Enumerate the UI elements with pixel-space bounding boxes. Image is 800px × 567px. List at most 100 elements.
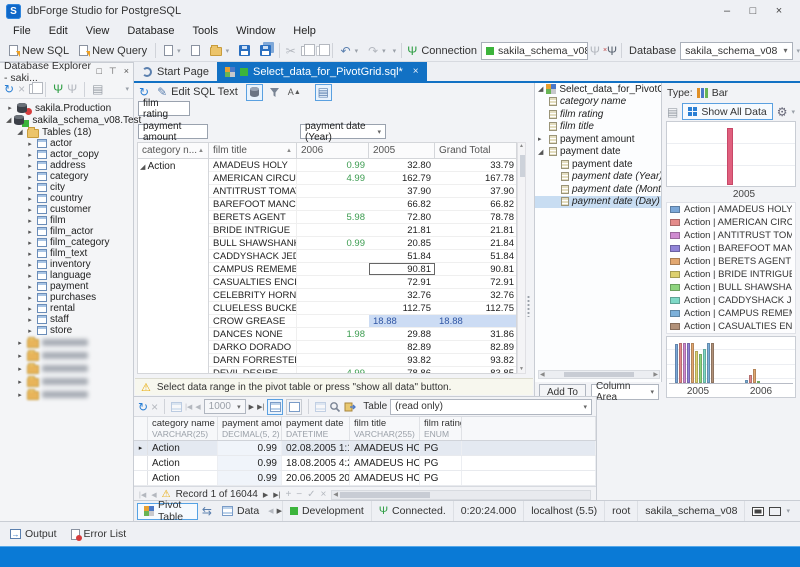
grid-row[interactable]: Action0.9918.08.2005 4:26:54AMADEUS HOLY… xyxy=(134,456,596,471)
explorer-delete-icon[interactable]: × xyxy=(18,83,25,95)
legend-item[interactable]: Action | BRIDE INTRIGUE : 21.81 xyxy=(667,268,795,281)
chart-settings-gear-icon[interactable]: ⚙ xyxy=(777,106,788,118)
grid-column-header-film-rating[interactable]: film ratingENUM xyxy=(420,417,462,440)
grid-cell[interactable]: 0.99 xyxy=(218,471,282,485)
expander-icon[interactable]: ▸ xyxy=(16,391,24,399)
record-last-icon[interactable]: ▶| xyxy=(273,491,280,499)
expander-icon[interactable]: ▸ xyxy=(26,184,34,192)
first-page-icon[interactable]: |◀ xyxy=(185,403,192,411)
data-source-toggle[interactable] xyxy=(246,84,263,101)
menu-window[interactable]: Window xyxy=(227,23,284,39)
area-select[interactable]: Column Area▾ xyxy=(591,384,659,400)
tree-tables-folder[interactable]: ◢Tables (18) xyxy=(0,126,133,138)
pivot-2005-cell[interactable]: 37.90 xyxy=(369,185,435,197)
menu-database[interactable]: Database xyxy=(118,23,183,39)
close-button[interactable]: × xyxy=(766,5,792,17)
field-list-root[interactable]: Select_data_for_PivotGrid xyxy=(559,84,661,95)
pivot-2006-cell[interactable]: 4.99 xyxy=(297,367,369,374)
tree-table-country[interactable]: ▸country xyxy=(0,193,133,204)
field-item[interactable]: payment date (Day) xyxy=(535,196,661,209)
pivot-film-title-cell[interactable]: DARKO DORADO xyxy=(209,341,297,353)
paste-icon[interactable] xyxy=(313,46,328,56)
layout-toggle[interactable]: ▤ xyxy=(315,84,332,101)
tab-start-page[interactable]: Start Page xyxy=(134,62,217,81)
filter-area-field[interactable]: film rating xyxy=(138,101,190,116)
expander-icon[interactable]: ▸ xyxy=(26,206,34,214)
tree-table-store[interactable]: ▸store xyxy=(0,325,133,336)
export-data-icon[interactable] xyxy=(344,401,356,413)
grid-view-toggle[interactable] xyxy=(267,399,283,415)
toolbar-overflow-icon-2[interactable]: ▾ xyxy=(797,47,800,55)
card-view-toggle[interactable] xyxy=(286,399,302,415)
grid-cell[interactable]: 02.08.2005 1:16:59 xyxy=(282,441,350,455)
pivot-2005-cell[interactable]: 162.79 xyxy=(369,172,435,184)
swap-views-icon[interactable]: ⇆ xyxy=(202,505,212,517)
grid-cell[interactable]: 18.08.2005 4:26:54 xyxy=(282,456,350,470)
expander-icon[interactable]: ▸ xyxy=(16,378,24,386)
database-select[interactable]: sakila_schema_v08 ▾ xyxy=(680,42,792,60)
pin-grid-icon[interactable] xyxy=(315,402,326,412)
grid-fetch-icon[interactable] xyxy=(171,402,182,412)
pivot-2006-cell[interactable] xyxy=(297,354,369,366)
open-file-button[interactable]: ▾ xyxy=(205,43,235,58)
tree-table-actor_copy[interactable]: ▸actor_copy xyxy=(0,149,133,160)
filter-toggle[interactable] xyxy=(266,84,283,101)
field-item[interactable]: category name xyxy=(535,96,661,109)
record-cancel-icon[interactable]: × xyxy=(321,489,327,500)
column-area-field[interactable]: payment date (Year)▾ xyxy=(300,124,386,139)
pivot-2006-cell[interactable]: 5.98 xyxy=(297,211,369,223)
expander-icon[interactable]: ▸ xyxy=(26,272,34,280)
maximize-button[interactable]: □ xyxy=(740,5,766,17)
grid-cell[interactable]: 0.99 xyxy=(218,456,282,470)
pivot-total-cell[interactable]: 31.86 xyxy=(435,328,516,340)
pivot-2005-cell[interactable]: 93.82 xyxy=(369,354,435,366)
pivot-total-cell[interactable]: 78.78 xyxy=(435,211,516,223)
output-button[interactable]: → Output xyxy=(5,526,62,542)
pivot-2005-cell[interactable]: 32.76 xyxy=(369,289,435,301)
pivot-2006-cell[interactable] xyxy=(297,289,369,301)
grid-cell[interactable]: AMADEUS HOLY xyxy=(350,456,420,470)
new-document-button[interactable]: ▾ xyxy=(159,43,186,58)
explorer-new-connection-icon[interactable]: Ψ xyxy=(53,83,63,95)
grid-column-header-payment-amount[interactable]: payment amountDECIMAL(5, 2) xyxy=(218,417,282,440)
legend-item[interactable]: Action | BERETS AGENT : 72.8 xyxy=(667,255,795,268)
pivot-2006-cell[interactable] xyxy=(297,315,369,327)
grid-refresh-icon[interactable]: ↻ xyxy=(138,401,148,413)
copy-icon[interactable] xyxy=(298,46,313,56)
expander-icon[interactable]: ◢ xyxy=(538,148,546,156)
field-item[interactable]: payment date xyxy=(535,158,661,171)
pivot-2005-cell[interactable]: 21.81 xyxy=(369,224,435,236)
chart-type-select[interactable]: Bar xyxy=(712,87,728,99)
menu-help[interactable]: Help xyxy=(284,23,325,39)
undo-button[interactable]: ↶▾ xyxy=(336,43,364,59)
grid-column-header-payment-date[interactable]: payment dateDATETIME xyxy=(282,417,350,440)
expander-icon[interactable]: ◢ xyxy=(16,128,24,136)
field-item[interactable]: film rating xyxy=(535,108,661,121)
tabs-prev-icon[interactable]: ◀ xyxy=(268,507,273,515)
pivot-film-title-cell[interactable]: BULL SHAWSHANK xyxy=(209,237,297,249)
pivot-2005-cell[interactable]: 112.75 xyxy=(369,302,435,314)
pivot-2006-cell[interactable] xyxy=(297,224,369,236)
show-all-data-button[interactable]: Show All Data xyxy=(682,103,772,120)
expander-icon[interactable]: ▸ xyxy=(26,283,34,291)
pivot-total-cell[interactable]: 82.89 xyxy=(435,341,516,353)
field-item[interactable]: film title xyxy=(535,121,661,134)
pivot-film-title-cell[interactable]: BAREFOOT MANCHURIAN xyxy=(209,198,297,210)
tree-table-actor[interactable]: ▸actor xyxy=(0,138,133,149)
disconnect-icon[interactable]: ×Ψ xyxy=(602,45,618,57)
expander-icon[interactable]: ▸ xyxy=(26,316,34,324)
expander-icon[interactable]: ▸ xyxy=(26,228,34,236)
field-item[interactable]: payment date (Month) xyxy=(535,183,661,196)
record-delete-icon[interactable]: − xyxy=(296,489,302,500)
pivot-total-cell[interactable]: 37.90 xyxy=(435,185,516,197)
pivot-total-cell[interactable]: 167.78 xyxy=(435,172,516,184)
grid-cell[interactable]: PG xyxy=(420,471,462,485)
pivot-column-header-2006[interactable]: 2006 xyxy=(297,143,369,159)
pivot-film-title-cell[interactable]: AMERICAN CIRCUS xyxy=(209,172,297,184)
pivot-2005-cell[interactable]: 20.85 xyxy=(369,237,435,249)
pivot-total-cell[interactable]: 32.76 xyxy=(435,289,516,301)
pivot-total-cell[interactable]: 51.84 xyxy=(435,250,516,262)
pivot-2006-cell[interactable] xyxy=(297,185,369,197)
expander-icon[interactable]: ▸ xyxy=(26,327,34,335)
error-list-button[interactable]: Error List xyxy=(66,526,132,542)
